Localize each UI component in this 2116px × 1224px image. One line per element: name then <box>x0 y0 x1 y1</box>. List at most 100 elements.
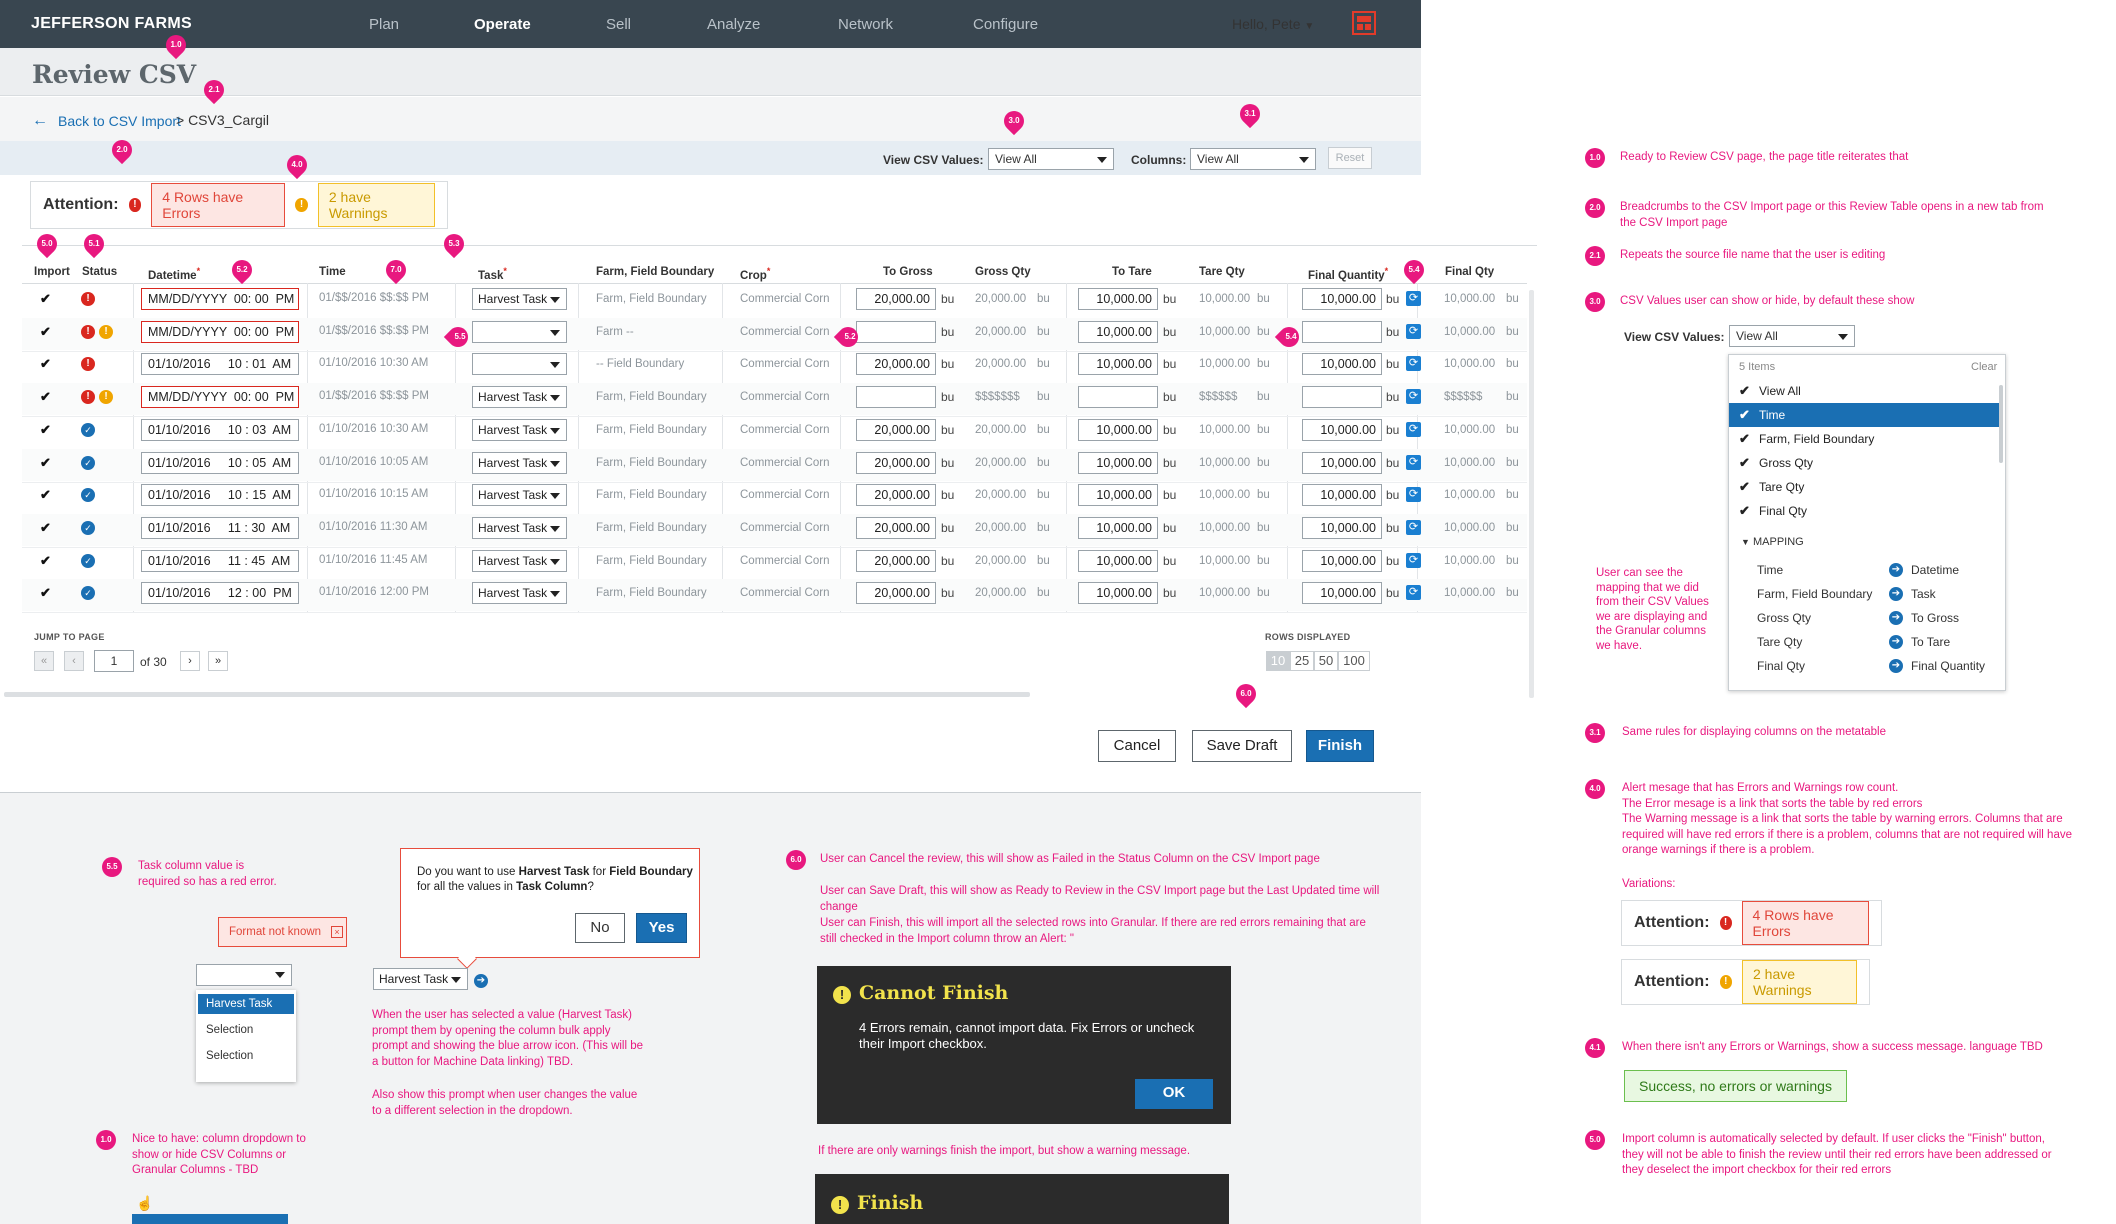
datetime-input[interactable]: 01/10/2016 12 : 00 PM <box>141 582 299 605</box>
cancel-button[interactable]: Cancel <box>1098 730 1176 762</box>
column-header-crop[interactable]: Crop* <box>740 266 770 282</box>
datetime-input[interactable]: 01/10/2016 10 : 05 AM <box>141 451 299 474</box>
refresh-icon[interactable]: ⟳ <box>1406 356 1421 372</box>
column-header-to-gross[interactable]: To Gross <box>883 266 933 278</box>
column-header-farm[interactable]: Farm, Field Boundary <box>596 266 714 278</box>
nav-operate[interactable]: Operate <box>474 16 531 33</box>
example-view-select[interactable]: View All <box>1729 325 1855 347</box>
to-gross-input[interactable] <box>856 320 936 343</box>
to-gross-input[interactable] <box>856 386 936 409</box>
column-header-status[interactable]: Status <box>82 266 117 278</box>
variation-warnings-pill[interactable]: 2 have Warnings <box>1741 960 1857 1004</box>
ok-button[interactable]: OK <box>1135 1079 1213 1109</box>
to-tare-input[interactable]: 10,000.00 <box>1078 320 1158 343</box>
refresh-icon[interactable]: ⟳ <box>1406 421 1421 437</box>
column-header-datetime[interactable]: Datetime* <box>148 266 200 282</box>
nav-plan[interactable]: Plan <box>369 16 399 33</box>
bulk-yes-button[interactable]: Yes <box>636 913 687 943</box>
dropdown-option[interactable]: ✔ Gross Qty <box>1729 451 1999 475</box>
task-select[interactable]: Harvest Task <box>472 288 567 310</box>
nav-analyze[interactable]: Analyze <box>707 16 760 33</box>
to-gross-input[interactable]: 20,000.00 <box>856 353 936 376</box>
refresh-icon[interactable]: ⟳ <box>1406 454 1421 470</box>
final-quantity-input[interactable] <box>1302 386 1382 409</box>
final-quantity-input[interactable]: 10,000.00 <box>1302 516 1382 539</box>
task-select[interactable]: Harvest Task <box>472 582 567 605</box>
to-gross-input[interactable]: 20,000.00 <box>856 288 936 310</box>
datetime-input[interactable]: 01/10/2016 11 : 45 AM <box>141 549 299 572</box>
refresh-icon[interactable]: ⟳ <box>1406 487 1421 503</box>
page-input[interactable]: 1 <box>94 650 134 672</box>
dropdown-option[interactable]: ✔ View All <box>1729 379 1999 403</box>
prev-page-button[interactable]: ‹ <box>64 651 84 671</box>
final-quantity-input[interactable]: 10,000.00 <box>1302 549 1382 572</box>
apply-arrow-icon[interactable]: ➔ <box>474 970 488 988</box>
reset-button[interactable]: Reset <box>1328 147 1372 169</box>
warnings-link[interactable]: 2 have Warnings <box>317 183 435 227</box>
to-tare-input[interactable]: 10,000.00 <box>1078 484 1158 507</box>
rows-25-button[interactable]: 25 <box>1290 651 1314 671</box>
import-checkbox[interactable]: ✔ <box>40 585 52 600</box>
to-gross-input[interactable]: 20,000.00 <box>856 418 936 441</box>
close-icon[interactable]: × <box>331 926 343 938</box>
task-select-harvest[interactable]: Harvest Task <box>373 968 468 990</box>
rows-10-button[interactable]: 10 <box>1266 651 1290 671</box>
task-select[interactable] <box>472 353 567 376</box>
final-quantity-input[interactable]: 10,000.00 <box>1302 288 1382 310</box>
column-header-tare-qty[interactable]: Tare Qty <box>1199 266 1245 278</box>
first-page-button[interactable]: « <box>34 651 54 671</box>
dropdown-clear[interactable]: Clear <box>1971 361 1997 373</box>
task-option-selection[interactable]: Selection <box>198 1046 294 1066</box>
datetime-input[interactable]: MM/DD/YYYY 00: 00 PM <box>141 386 299 409</box>
to-gross-input[interactable]: 20,000.00 <box>856 516 936 539</box>
rows-100-button[interactable]: 100 <box>1338 651 1370 671</box>
to-tare-input[interactable]: 10,000.00 <box>1078 353 1158 376</box>
variation-errors-pill[interactable]: 4 Rows have Errors <box>1741 901 1869 945</box>
view-csv-values-select[interactable]: View All <box>988 148 1114 170</box>
bulk-no-button[interactable]: No <box>575 913 625 943</box>
column-header-to-tare[interactable]: To Tare <box>1112 266 1152 278</box>
datetime-input[interactable]: 01/10/2016 10 : 01 AM <box>141 353 299 376</box>
to-tare-input[interactable]: 10,000.00 <box>1078 418 1158 441</box>
import-checkbox[interactable]: ✔ <box>40 520 52 535</box>
datetime-input[interactable]: 01/10/2016 11 : 30 AM <box>141 516 299 539</box>
final-quantity-input[interactable]: 10,000.00 <box>1302 582 1382 605</box>
user-menu[interactable]: Hello, Pete ▼ <box>1232 16 1314 32</box>
nav-network[interactable]: Network <box>838 16 893 33</box>
column-header-final-quantity[interactable]: Final Quantity* <box>1308 266 1388 282</box>
task-select-empty[interactable] <box>196 964 292 986</box>
to-gross-input[interactable]: 20,000.00 <box>856 549 936 572</box>
import-checkbox[interactable]: ✔ <box>40 389 52 404</box>
dropdown-option[interactable]: ✔ Farm, Field Boundary <box>1729 427 1999 451</box>
column-header-task[interactable]: Task* <box>478 266 507 282</box>
task-select[interactable]: Harvest Task <box>472 418 567 441</box>
to-tare-input[interactable]: 10,000.00 <box>1078 288 1158 310</box>
save-draft-button[interactable]: Save Draft <box>1192 730 1292 762</box>
final-quantity-input[interactable] <box>1302 320 1382 343</box>
task-option-harvest[interactable]: Harvest Task <box>198 994 294 1014</box>
task-select[interactable] <box>472 320 567 343</box>
refresh-icon[interactable]: ⟳ <box>1406 585 1421 601</box>
last-page-button[interactable]: » <box>208 651 228 671</box>
column-header-time[interactable]: Time <box>319 266 346 278</box>
final-quantity-input[interactable]: 10,000.00 <box>1302 418 1382 441</box>
import-checkbox[interactable]: ✔ <box>40 487 52 502</box>
column-header-final-qty[interactable]: Final Qty <box>1445 266 1494 278</box>
task-select[interactable]: Harvest Task <box>472 451 567 474</box>
rows-50-button[interactable]: 50 <box>1314 651 1338 671</box>
column-header-gross-qty[interactable]: Gross Qty <box>975 266 1031 278</box>
finish-button[interactable]: Finish <box>1306 730 1374 762</box>
refresh-icon[interactable]: ⟳ <box>1406 389 1421 405</box>
refresh-icon[interactable]: ⟳ <box>1406 552 1421 568</box>
import-checkbox[interactable]: ✔ <box>40 356 52 371</box>
to-tare-input[interactable]: 10,000.00 <box>1078 582 1158 605</box>
horizontal-scrollbar[interactable] <box>4 692 1030 697</box>
to-gross-input[interactable]: 20,000.00 <box>856 484 936 507</box>
to-tare-input[interactable]: 10,000.00 <box>1078 451 1158 474</box>
task-select[interactable]: Harvest Task <box>472 386 567 409</box>
task-select[interactable]: Harvest Task <box>472 516 567 539</box>
final-quantity-input[interactable]: 10,000.00 <box>1302 353 1382 376</box>
import-checkbox[interactable]: ✔ <box>40 422 52 437</box>
task-select[interactable]: Harvest Task <box>472 484 567 507</box>
to-tare-input[interactable] <box>1078 386 1158 409</box>
